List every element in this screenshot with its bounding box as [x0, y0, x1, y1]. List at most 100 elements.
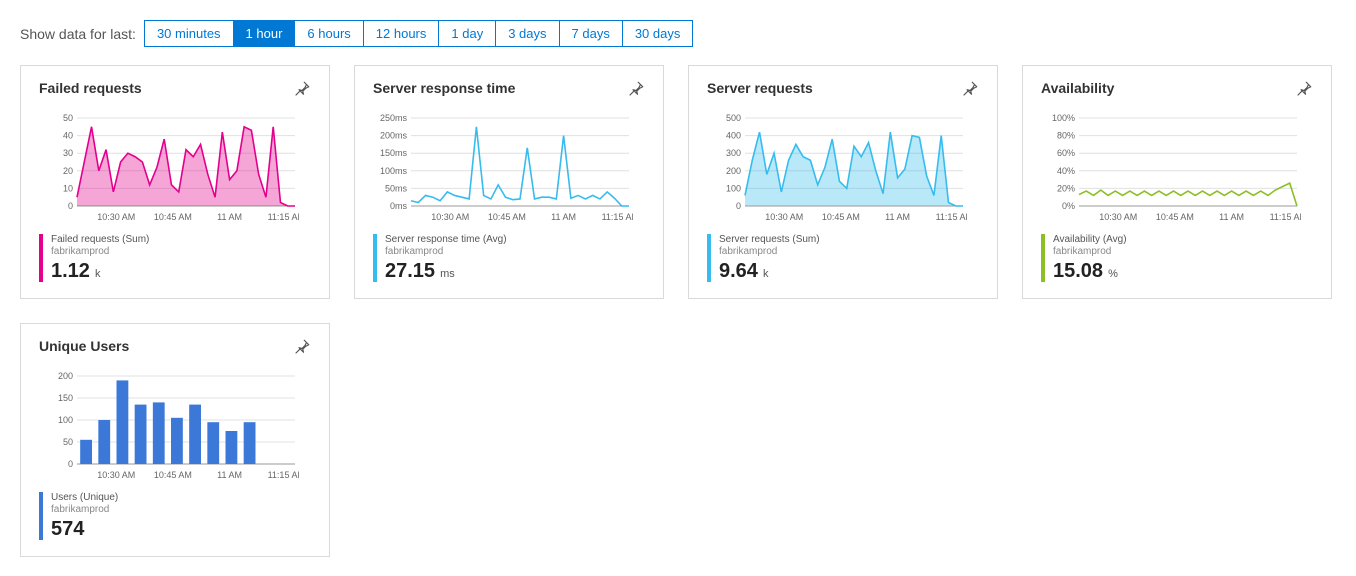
svg-text:40: 40	[63, 131, 73, 141]
svg-text:200: 200	[58, 372, 73, 381]
metric-response: Server response time (Avg)fabrikamprod27…	[373, 234, 645, 282]
metric-label: Users (Unique)	[51, 492, 118, 504]
svg-text:20%: 20%	[1057, 183, 1075, 193]
metric-label: Server requests (Sum)	[719, 234, 820, 246]
svg-text:100: 100	[58, 415, 73, 425]
metric-failed: Failed requests (Sum)fabrikamprod1.12 k	[39, 234, 311, 282]
metric-value: 27.15 ms	[385, 260, 507, 282]
svg-text:10:45 AM: 10:45 AM	[154, 470, 192, 480]
metric-sublabel: fabrikamprod	[51, 504, 118, 516]
svg-text:0%: 0%	[1062, 201, 1075, 211]
pin-icon[interactable]	[293, 338, 311, 356]
svg-text:11:15 AM: 11:15 AM	[1270, 212, 1301, 222]
svg-text:10:30 AM: 10:30 AM	[97, 470, 135, 480]
svg-text:500: 500	[726, 114, 741, 123]
metric-color-bar	[39, 492, 43, 540]
svg-text:50: 50	[63, 114, 73, 123]
svg-text:100ms: 100ms	[380, 166, 408, 176]
metric-color-bar	[39, 234, 43, 282]
card-response[interactable]: Server response time0ms50ms100ms150ms200…	[354, 65, 664, 299]
metric-color-bar	[373, 234, 377, 282]
svg-text:10:30 AM: 10:30 AM	[97, 212, 135, 222]
svg-text:11 AM: 11 AM	[885, 212, 910, 222]
time-range-6-hours[interactable]: 6 hours	[295, 21, 363, 46]
svg-text:200: 200	[726, 166, 741, 176]
time-range-30-days[interactable]: 30 days	[623, 21, 693, 46]
svg-text:11:15 AM: 11:15 AM	[936, 212, 967, 222]
chart-users: 05010015020010:30 AM10:45 AM11 AM11:15 A…	[39, 372, 311, 482]
pin-icon[interactable]	[961, 80, 979, 98]
svg-text:10:45 AM: 10:45 AM	[488, 212, 526, 222]
metric-users: Users (Unique)fabrikamprod 574	[39, 492, 311, 540]
time-range-1-hour[interactable]: 1 hour	[234, 21, 296, 46]
card-title-response: Server response time	[373, 80, 515, 96]
time-range-group: 30 minutes1 hour6 hours12 hours1 day3 da…	[144, 20, 693, 47]
metric-availability: Availability (Avg)fabrikamprod15.08 %	[1041, 234, 1313, 282]
svg-text:11:15 AM: 11:15 AM	[268, 470, 299, 480]
chart-response: 0ms50ms100ms150ms200ms250ms10:30 AM10:45…	[373, 114, 645, 224]
metric-sublabel: fabrikamprod	[1053, 246, 1127, 258]
svg-text:10:45 AM: 10:45 AM	[154, 212, 192, 222]
svg-text:150: 150	[58, 393, 73, 403]
card-users[interactable]: Unique Users 0 50 100 150 200 10:30 AM 10:45 AM…	[20, 323, 330, 557]
time-range-1-day[interactable]: 1 day	[439, 21, 496, 46]
cards-grid: Failed requests 0 10 20 30 40 50 10:30 AM 10:45 …	[20, 65, 1336, 557]
card-requests[interactable]: Server requests 0 100 200 300 400 500 10:30 AM 1…	[688, 65, 998, 299]
svg-text:400: 400	[726, 131, 741, 141]
time-range-3-days[interactable]: 3 days	[496, 21, 559, 46]
metric-unit: k	[92, 268, 101, 280]
chart-failed: 0102030405010:30 AM10:45 AM11 AM11:15 AM	[39, 114, 311, 224]
card-failed[interactable]: Failed requests 0 10 20 30 40 50 10:30 AM 10:45 …	[20, 65, 330, 299]
metric-sublabel: fabrikamprod	[719, 246, 820, 258]
metric-sublabel: fabrikamprod	[51, 246, 149, 258]
svg-text:50: 50	[63, 437, 73, 447]
metric-color-bar	[707, 234, 711, 282]
svg-text:0: 0	[736, 201, 741, 211]
svg-text:11:15 AM: 11:15 AM	[268, 212, 299, 222]
svg-text:11 AM: 11 AM	[1219, 212, 1244, 222]
svg-text:0: 0	[68, 459, 73, 469]
pin-icon[interactable]	[627, 80, 645, 98]
svg-text:300: 300	[726, 148, 741, 158]
card-title-users: Unique Users	[39, 338, 129, 354]
time-range-7-days[interactable]: 7 days	[560, 21, 623, 46]
svg-text:20: 20	[63, 166, 73, 176]
svg-text:150ms: 150ms	[380, 148, 408, 158]
metric-unit: k	[760, 268, 769, 280]
svg-text:250ms: 250ms	[380, 114, 408, 123]
metric-label: Failed requests (Sum)	[51, 234, 149, 246]
time-range-label: Show data for last:	[20, 26, 136, 42]
metric-label: Availability (Avg)	[1053, 234, 1127, 246]
card-availability[interactable]: Availability 0% 20% 40% 60% 80% 100% 10:30 AM 10…	[1022, 65, 1332, 299]
svg-text:10:45 AM: 10:45 AM	[1156, 212, 1194, 222]
card-title-failed: Failed requests	[39, 80, 142, 96]
svg-text:100%: 100%	[1052, 114, 1075, 123]
svg-text:0: 0	[68, 201, 73, 211]
pin-icon[interactable]	[293, 80, 311, 98]
svg-text:10:30 AM: 10:30 AM	[765, 212, 803, 222]
svg-text:10: 10	[63, 183, 73, 193]
time-range-30-minutes[interactable]: 30 minutes	[145, 21, 234, 46]
metric-color-bar	[1041, 234, 1045, 282]
metric-value: 574	[51, 518, 118, 540]
svg-text:200ms: 200ms	[380, 131, 408, 141]
metric-requests: Server requests (Sum)fabrikamprod 9.64 k	[707, 234, 979, 282]
svg-text:40%: 40%	[1057, 166, 1075, 176]
card-title-requests: Server requests	[707, 80, 813, 96]
metric-value: 9.64 k	[719, 260, 820, 282]
svg-text:10:45 AM: 10:45 AM	[822, 212, 860, 222]
metric-sublabel: fabrikamprod	[385, 246, 507, 258]
svg-text:10:30 AM: 10:30 AM	[1099, 212, 1137, 222]
card-title-availability: Availability	[1041, 80, 1114, 96]
svg-text:100: 100	[726, 183, 741, 193]
svg-text:30: 30	[63, 148, 73, 158]
svg-text:80%: 80%	[1057, 131, 1075, 141]
chart-availability: 0% 20% 40% 60% 80% 100% 10:30 AM 10:45 AM 11 AM 1…	[1041, 114, 1313, 224]
metric-unit: %	[1105, 268, 1118, 280]
svg-text:11:15 AM: 11:15 AM	[602, 212, 633, 222]
pin-icon[interactable]	[1295, 80, 1313, 98]
time-range-12-hours[interactable]: 12 hours	[364, 21, 440, 46]
time-range-bar: Show data for last: 30 minutes1 hour6 ho…	[20, 20, 1336, 47]
svg-text:0ms: 0ms	[390, 201, 408, 211]
svg-text:60%: 60%	[1057, 148, 1075, 158]
